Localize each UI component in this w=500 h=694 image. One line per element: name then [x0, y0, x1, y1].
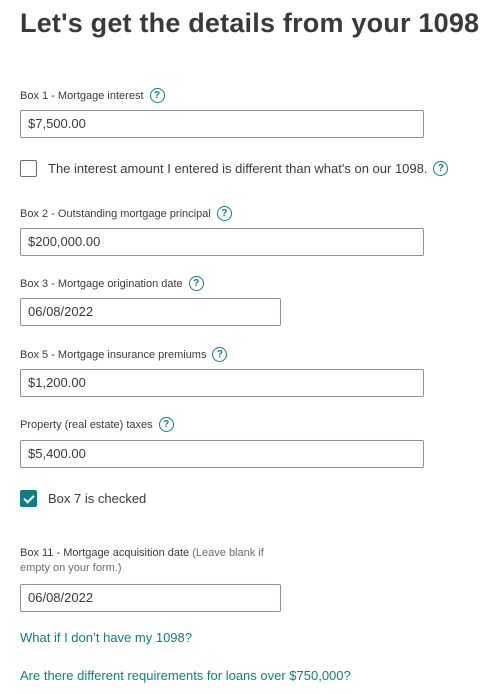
box2-principal-input[interactable]: $200,000.00 [20, 228, 424, 256]
box3-label-row: Box 3 - Mortgage origination date ? [20, 276, 204, 291]
box11-label: Box 11 - Mortgage acquisition date [20, 547, 190, 559]
box7-checkbox[interactable] [20, 490, 37, 507]
interest-different-checkbox-row[interactable]: The interest amount I entered is differe… [20, 160, 449, 177]
box3-label: Box 3 - Mortgage origination date [20, 277, 183, 290]
box1-label: Box 1 - Mortgage interest [20, 89, 144, 102]
box5-label-row: Box 5 - Mortgage insurance premiums ? [20, 347, 228, 362]
help-icon[interactable]: ? [158, 417, 174, 432]
property-taxes-label-row: Property (real estate) taxes ? [20, 417, 174, 432]
help-icon[interactable]: ? [433, 161, 449, 176]
help-icon[interactable]: ? [216, 206, 232, 221]
box2-label: Box 2 - Outstanding mortgage principal [20, 207, 211, 220]
box7-checkbox-row[interactable]: Box 7 is checked [20, 490, 146, 507]
help-icon[interactable]: ? [212, 347, 228, 362]
interest-different-checkbox[interactable] [20, 160, 37, 177]
property-taxes-input[interactable]: $5,400.00 [20, 440, 424, 468]
property-taxes-label: Property (real estate) taxes [20, 418, 153, 431]
box11-acquisition-date-input[interactable]: 06/08/2022 [20, 584, 281, 612]
box5-label: Box 5 - Mortgage insurance premiums [20, 348, 207, 361]
loans-over-750k-link[interactable]: Are there different requirements for loa… [20, 668, 351, 683]
box5-insurance-premiums-input[interactable]: $1,200.00 [20, 369, 424, 397]
box1-mortgage-interest-input[interactable]: $7,500.00 [20, 110, 424, 138]
help-icon[interactable]: ? [149, 88, 165, 103]
box3-origination-date-input[interactable]: 06/08/2022 [20, 298, 281, 326]
box7-label: Box 7 is checked [48, 491, 147, 506]
box2-label-row: Box 2 - Outstanding mortgage principal ? [20, 206, 232, 221]
help-icon[interactable]: ? [188, 276, 204, 291]
box11-label-block: Box 11 - Mortgage acquisition date (Leav… [20, 546, 290, 576]
no-1098-link[interactable]: What if I don’t have my 1098? [20, 630, 192, 645]
interest-different-label: The interest amount I entered is differe… [48, 161, 428, 176]
box1-label-row: Box 1 - Mortgage interest ? [20, 88, 165, 103]
page-title: Let's get the details from your 1098 [20, 8, 480, 38]
